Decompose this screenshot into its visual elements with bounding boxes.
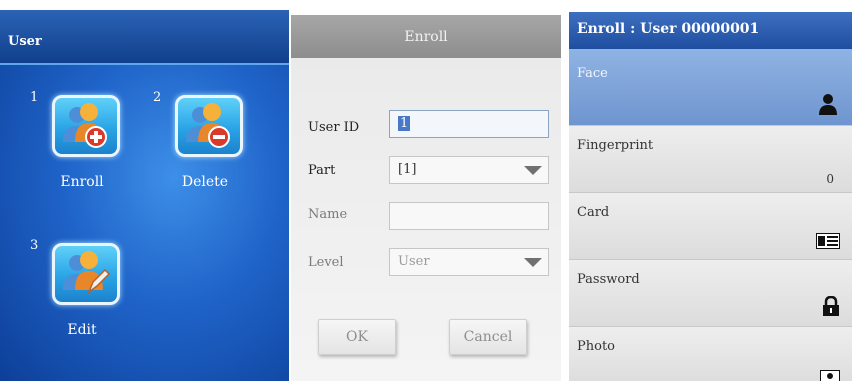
menu-item-number: 2 — [153, 90, 162, 105]
ok-button[interactable]: OK — [318, 319, 396, 355]
add-user-icon[interactable] — [52, 95, 120, 157]
enroll-detail-header: Enroll : User 00000001 — [569, 12, 852, 49]
enroll-detail-title: Enroll : User 00000001 — [577, 21, 760, 37]
edit-user-icon[interactable] — [52, 243, 120, 305]
menu-item-number: 1 — [30, 90, 39, 105]
part-select[interactable]: [1] — [389, 156, 549, 184]
lock-icon — [822, 295, 840, 320]
enroll-row-label: Fingerprint — [577, 138, 654, 153]
enroll-form-panel: Enroll User ID 1 Part [1] Name Level Use… — [291, 15, 561, 381]
name-field[interactable] — [389, 202, 549, 230]
menu-item-number: 3 — [30, 238, 39, 253]
user-menu-header: User — [0, 10, 289, 65]
enroll-form-title: Enroll — [404, 29, 448, 45]
menu-item-enroll[interactable]: 1 Enroll — [30, 90, 132, 200]
menu-item-label: Edit — [67, 322, 97, 338]
chevron-down-icon — [524, 166, 542, 175]
part-label: Part — [308, 163, 336, 178]
chevron-down-icon — [524, 258, 542, 267]
user-menu-panel: User 1 Enroll 2 Delete 3 Edit — [0, 10, 289, 381]
enroll-row-label: Photo — [577, 339, 615, 354]
user-menu-title: User — [8, 34, 42, 49]
level-value: User — [398, 254, 430, 269]
photo-icon — [820, 367, 840, 381]
person-icon — [818, 93, 838, 119]
enroll-row-label: Card — [577, 205, 610, 220]
menu-item-delete[interactable]: 2 Delete — [153, 90, 255, 200]
enroll-row-card[interactable]: Card — [569, 193, 852, 260]
fingerprint-count: 0 — [826, 172, 834, 186]
level-label: Level — [308, 255, 344, 270]
remove-user-icon[interactable] — [175, 95, 243, 157]
enroll-row-label: Password — [577, 272, 640, 287]
enroll-row-password[interactable]: Password — [569, 260, 852, 327]
menu-item-label: Enroll — [60, 174, 104, 190]
level-select[interactable]: User — [389, 248, 549, 276]
part-value: [1] — [398, 162, 417, 177]
enroll-row-photo[interactable]: Photo — [569, 327, 852, 381]
enroll-row-label: Face — [577, 66, 608, 81]
user-id-label: User ID — [308, 120, 360, 135]
enroll-form-header: Enroll — [291, 15, 561, 58]
enroll-row-face[interactable]: Face — [569, 49, 852, 126]
id-card-icon — [816, 233, 840, 253]
user-id-field[interactable]: 1 — [389, 110, 549, 138]
enroll-row-fingerprint[interactable]: Fingerprint 0 — [569, 126, 852, 193]
enroll-detail-panel: Enroll : User 00000001 Face Fingerprint … — [569, 12, 852, 381]
menu-item-label: Delete — [181, 174, 229, 190]
user-id-value: 1 — [398, 116, 411, 131]
name-label: Name — [308, 207, 348, 222]
cancel-button[interactable]: Cancel — [449, 319, 527, 355]
menu-item-edit[interactable]: 3 Edit — [30, 238, 132, 348]
